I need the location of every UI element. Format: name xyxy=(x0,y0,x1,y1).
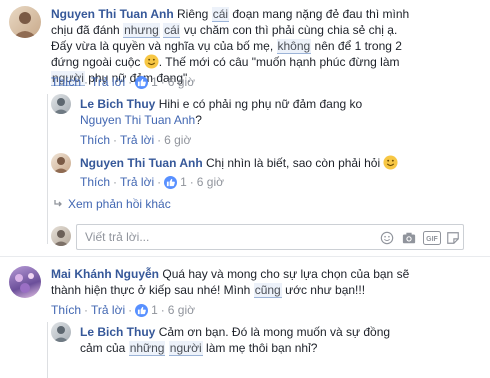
like-link[interactable]: Thích xyxy=(80,175,110,189)
person-photo-icon xyxy=(53,230,69,246)
reply-link[interactable]: Trả lời xyxy=(91,303,125,317)
comment-actions: Thích · Trả lời · 1 · 6 giờ xyxy=(51,75,196,89)
person-photo-icon xyxy=(53,157,69,173)
like-icon[interactable] xyxy=(164,176,178,189)
person-photo-icon xyxy=(53,326,69,342)
comment-body: Le Bich Thuy Cảm ơn bạn. Đó là mong muốn… xyxy=(80,325,391,356)
like-link[interactable]: Thích xyxy=(80,133,110,147)
like-icon[interactable] xyxy=(135,76,149,89)
reply-link[interactable]: Trả lời xyxy=(120,175,154,189)
comment-body: Le Bich Thuy Hihi e có phải ng phụ nữ đả… xyxy=(80,97,363,127)
smile-emoji-icon xyxy=(383,155,398,170)
like-count[interactable]: 1 xyxy=(180,175,187,189)
divider xyxy=(0,256,490,257)
comment-author[interactable]: Nguyen Thi Tuan Anh xyxy=(51,7,174,21)
mention-link[interactable]: Nguyen Thi Tuan Anh xyxy=(80,113,195,127)
reply-link[interactable]: Trả lời xyxy=(120,133,154,147)
comment-author[interactable]: Le Bich Thuy xyxy=(80,325,155,339)
thread-line xyxy=(47,322,48,378)
reply-link[interactable]: Trả lời xyxy=(91,75,125,89)
reply-input[interactable]: Viết trả lời... GIF xyxy=(76,224,464,250)
avatar[interactable] xyxy=(51,322,71,342)
reply-placeholder: Viết trả lời... xyxy=(85,230,150,244)
thread-line xyxy=(47,94,48,244)
person-photo-icon xyxy=(53,98,69,114)
comment-time[interactable]: 6 giờ xyxy=(164,133,191,147)
avatar[interactable] xyxy=(51,94,71,114)
gif-icon[interactable]: GIF xyxy=(423,231,441,245)
like-count[interactable]: 1 xyxy=(151,303,158,317)
comment-actions: Thích · Trả lời · 6 giờ xyxy=(80,133,192,147)
sticker-icon[interactable] xyxy=(445,231,461,245)
svg-text:GIF: GIF xyxy=(426,236,438,243)
comment-time[interactable]: 6 giờ xyxy=(168,75,195,89)
comment-time[interactable]: 6 giờ xyxy=(168,303,195,317)
emoji-icon[interactable] xyxy=(379,231,395,245)
comment-author[interactable]: Mai Khánh Nguyễn xyxy=(51,267,159,281)
comment-actions: Thích · Trả lời · 1 · 6 giờ xyxy=(51,303,196,317)
like-link[interactable]: Thích xyxy=(51,75,81,89)
more-replies-link[interactable]: Xem phản hồi khác xyxy=(54,196,171,212)
like-count[interactable]: 1 xyxy=(151,75,158,89)
camera-icon[interactable] xyxy=(401,231,417,245)
person-photo-icon xyxy=(13,12,37,38)
avatar[interactable] xyxy=(51,153,71,173)
avatar[interactable] xyxy=(9,266,41,298)
comment-body: Mai Khánh Nguyễn Quá hay và mong cho sự … xyxy=(51,267,410,298)
reply-arrow-icon xyxy=(54,200,62,207)
comment-actions: Thích · Trả lời · 1 · 6 giờ xyxy=(80,175,225,189)
comment-author[interactable]: Nguyen Thi Tuan Anh xyxy=(80,156,203,170)
comment-time[interactable]: 6 giờ xyxy=(197,175,224,189)
flower-photo-icon xyxy=(15,273,34,293)
comment-body: Nguyen Thi Tuan Anh Chị nhìn là biết, sa… xyxy=(80,155,400,171)
comment-author[interactable]: Le Bich Thuy xyxy=(80,97,155,111)
avatar[interactable] xyxy=(9,6,41,38)
smile-emoji-icon xyxy=(144,54,159,69)
like-icon[interactable] xyxy=(135,304,149,317)
avatar xyxy=(51,226,71,246)
like-link[interactable]: Thích xyxy=(51,303,81,317)
